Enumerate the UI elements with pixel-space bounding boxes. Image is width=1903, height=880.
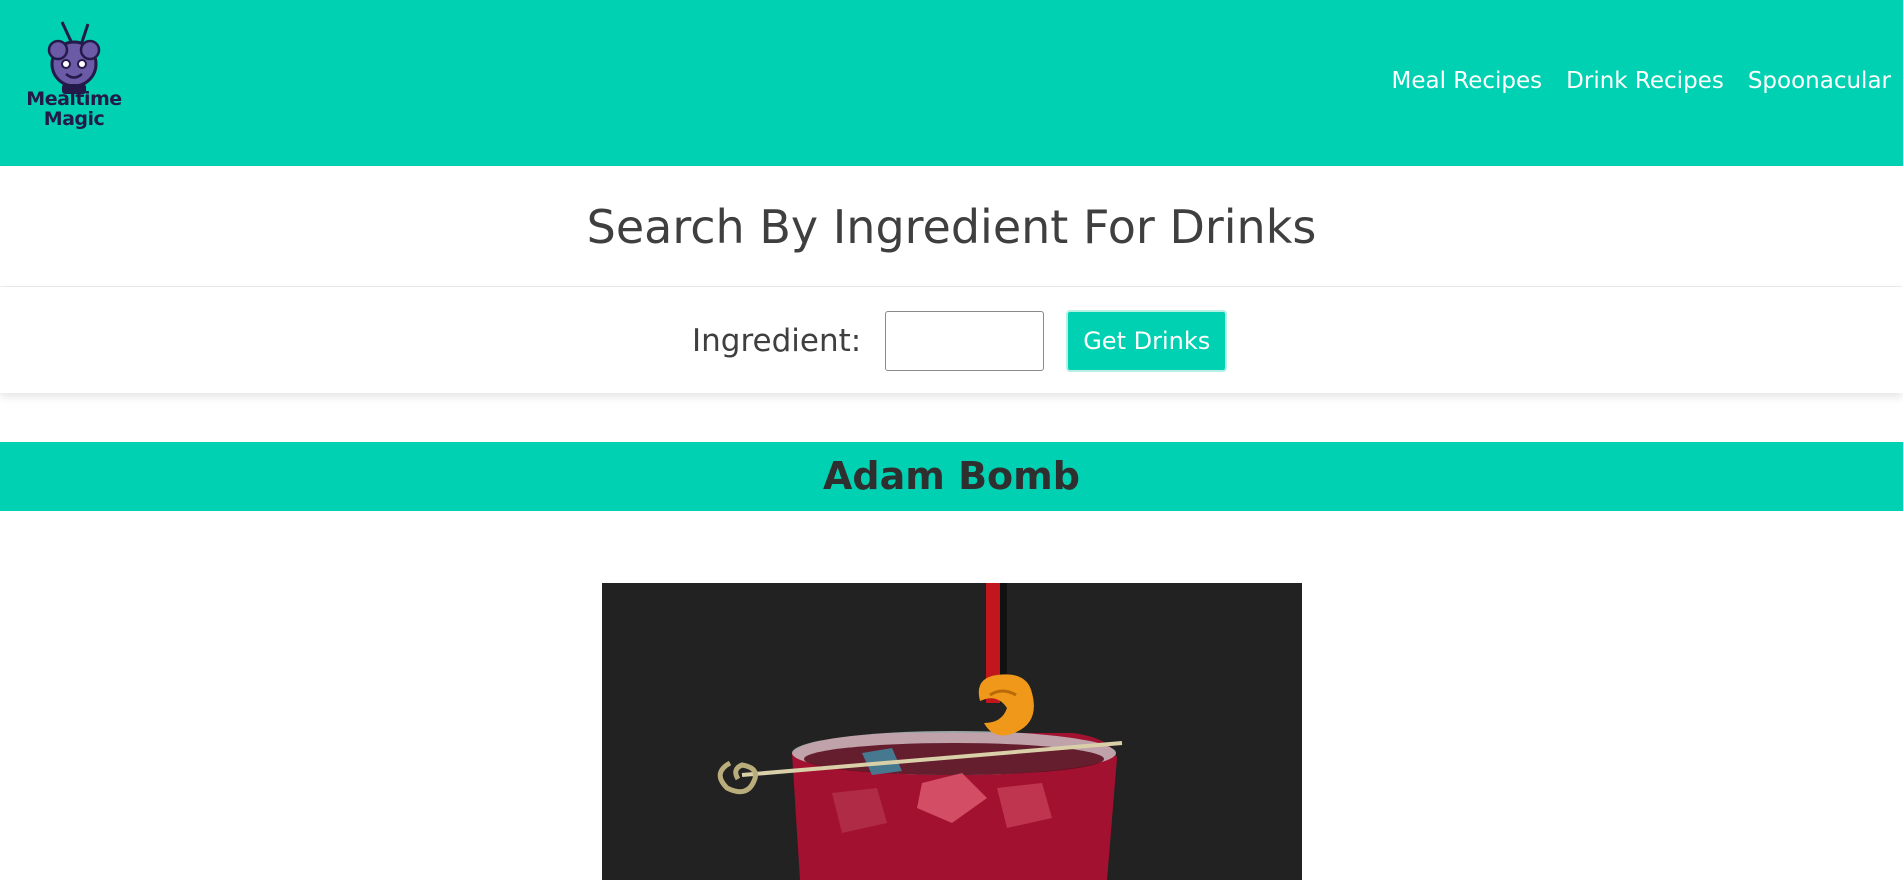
- drink-result-header: Adam Bomb: [0, 442, 1903, 511]
- drink-image: [602, 583, 1302, 880]
- mealtime-magic-logo[interactable]: Mealtime Magic: [18, 18, 130, 136]
- ingredient-label: Ingredient:: [692, 323, 862, 359]
- logo-text-line-2: Magic: [43, 108, 105, 130]
- ingredient-input[interactable]: [885, 311, 1045, 371]
- title-section: Search By Ingredient For Drinks: [0, 166, 1903, 286]
- get-drinks-button[interactable]: Get Drinks: [1066, 310, 1228, 372]
- page-title: Search By Ingredient For Drinks: [586, 200, 1317, 254]
- nav-link-spoonacular[interactable]: Spoonacular: [1748, 68, 1891, 94]
- ingredient-search-form: Ingredient: Get Drinks: [692, 309, 1228, 373]
- nav-link-meal-recipes[interactable]: Meal Recipes: [1392, 68, 1543, 94]
- nav-link-drink-recipes[interactable]: Drink Recipes: [1566, 68, 1724, 94]
- drink-name: Adam Bomb: [823, 454, 1080, 498]
- main-nav: Meal Recipes Drink Recipes Spoonacular: [1392, 68, 1892, 94]
- cocktail-photo: [602, 583, 1302, 880]
- search-section: Ingredient: Get Drinks: [0, 287, 1903, 393]
- logo-text-line-1: Mealtime: [26, 88, 122, 110]
- chef-mascot-icon: [47, 21, 101, 94]
- navbar: Mealtime Magic Meal Recipes Drink Recipe…: [0, 0, 1903, 166]
